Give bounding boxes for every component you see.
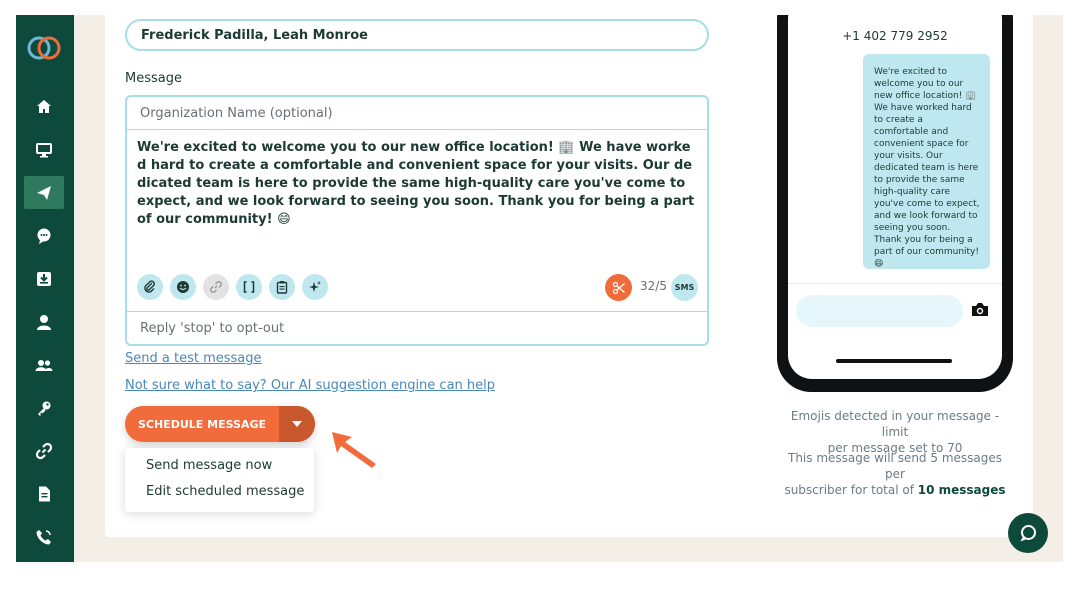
schedule-dropdown-toggle[interactable] [279,406,315,442]
ai-assist-button[interactable] [302,274,328,300]
optout-label: Reply 'stop' to opt-out [140,320,285,336]
sidebar-item-chat[interactable] [24,219,64,252]
brackets-icon [243,281,255,293]
emoji-limit-note: Emojis detected in your message - limit … [777,408,1013,456]
pointer-arrow-icon [332,432,376,468]
paperclip-icon [144,280,155,293]
phone-call-icon [36,529,51,544]
monitor-icon [36,142,52,157]
menu-item-send-now[interactable]: Send message now [146,458,272,473]
message-editor: Organization Name (optional) We're excit… [125,95,709,346]
document-icon [39,486,50,501]
template-button[interactable] [269,274,295,300]
sidebar-item-send[interactable] [24,176,64,209]
character-count: 32/5 [640,279,667,293]
attach-button[interactable] [137,274,163,300]
optout-text: Reply 'stop' to opt-out [127,311,707,344]
preview-phone-number: +1 402 779 2952 [842,29,948,43]
count-note-line1: This message will send 5 messages per [787,451,1002,481]
camera-icon [972,303,988,316]
home-indicator [836,359,952,363]
app-logo[interactable] [24,33,64,63]
menu-item-edit-scheduled[interactable]: Edit scheduled message [146,484,304,499]
scissors-icon [612,281,625,294]
compose-card: Frederick Padilla, Leah Monroe Message O… [105,15,1033,537]
sparkle-icon [309,281,321,292]
send-icon [37,185,51,200]
insert-link-button[interactable] [203,274,229,300]
support-chat-button[interactable] [1008,513,1048,553]
chat-bubble-icon [37,228,51,244]
count-note-prefix: subscriber for total of [784,483,918,497]
schedule-message-label: SCHEDULE MESSAGE [138,417,266,431]
sidebar-item-users[interactable] [24,348,64,381]
merge-field-button[interactable] [236,274,262,300]
inbox-download-icon [37,271,51,286]
chat-bubble-icon [1020,525,1036,542]
home-icon [37,99,51,113]
preview-compose-field [796,295,963,327]
schedule-message-button[interactable]: SCHEDULE MESSAGE [125,406,315,442]
send-test-message-link[interactable]: Send a test message [125,351,262,366]
preview-divider [788,283,1002,284]
sidebar-item-document[interactable] [24,477,64,510]
sidebar-item-key[interactable] [24,391,64,424]
sidebar-item-home[interactable] [24,90,64,123]
message-count-note: This message will send 5 messages per su… [777,450,1013,498]
sidebar-item-link[interactable] [24,434,64,467]
clipboard-icon [276,281,288,294]
users-icon [35,359,53,371]
ai-suggestion-link[interactable]: Not sure what to say? Our AI suggestion … [125,378,495,393]
schedule-dropdown-menu: Send message now Edit scheduled message [125,448,314,512]
emoji-note-line1: Emojis detected in your message - limit [790,409,1000,439]
caret-down-icon [292,421,302,427]
organization-name-input[interactable]: Organization Name (optional) [127,97,707,130]
link-icon [35,442,53,459]
organization-name-placeholder: Organization Name (optional) [140,105,333,121]
smiley-icon [177,281,189,293]
sidebar-item-phone[interactable] [24,520,64,553]
phone-screen: +1 402 779 2952 We're excited to welcome… [788,15,1002,379]
sms-badge: SMS [671,274,698,301]
user-icon [37,314,51,330]
message-label: Message [125,71,182,86]
sidebar-item-monitor[interactable] [24,133,64,166]
sidebar [16,15,74,562]
recipients-field[interactable]: Frederick Padilla, Leah Monroe [125,19,709,51]
key-icon [38,401,51,416]
preview-message-bubble: We're excited to welcome you to our new … [863,54,990,269]
total-messages: 10 messages [917,483,1006,497]
sidebar-item-user[interactable] [24,305,64,338]
recipients-value: Frederick Padilla, Leah Monroe [141,27,368,43]
emoji-button[interactable] [170,274,196,300]
message-toolbar: 32/5 SMS [137,274,699,302]
phone-preview: +1 402 779 2952 We're excited to welcome… [777,15,1013,392]
count-note-line2: subscriber for total of 10 messages [777,482,1013,498]
sidebar-item-inbox[interactable] [24,262,64,295]
link-icon [210,281,222,293]
message-textarea[interactable]: We're excited to welcome you to our new … [127,130,707,270]
shorten-message-button[interactable] [605,274,632,301]
app-frame: Frederick Padilla, Leah Monroe Message O… [16,15,1063,562]
